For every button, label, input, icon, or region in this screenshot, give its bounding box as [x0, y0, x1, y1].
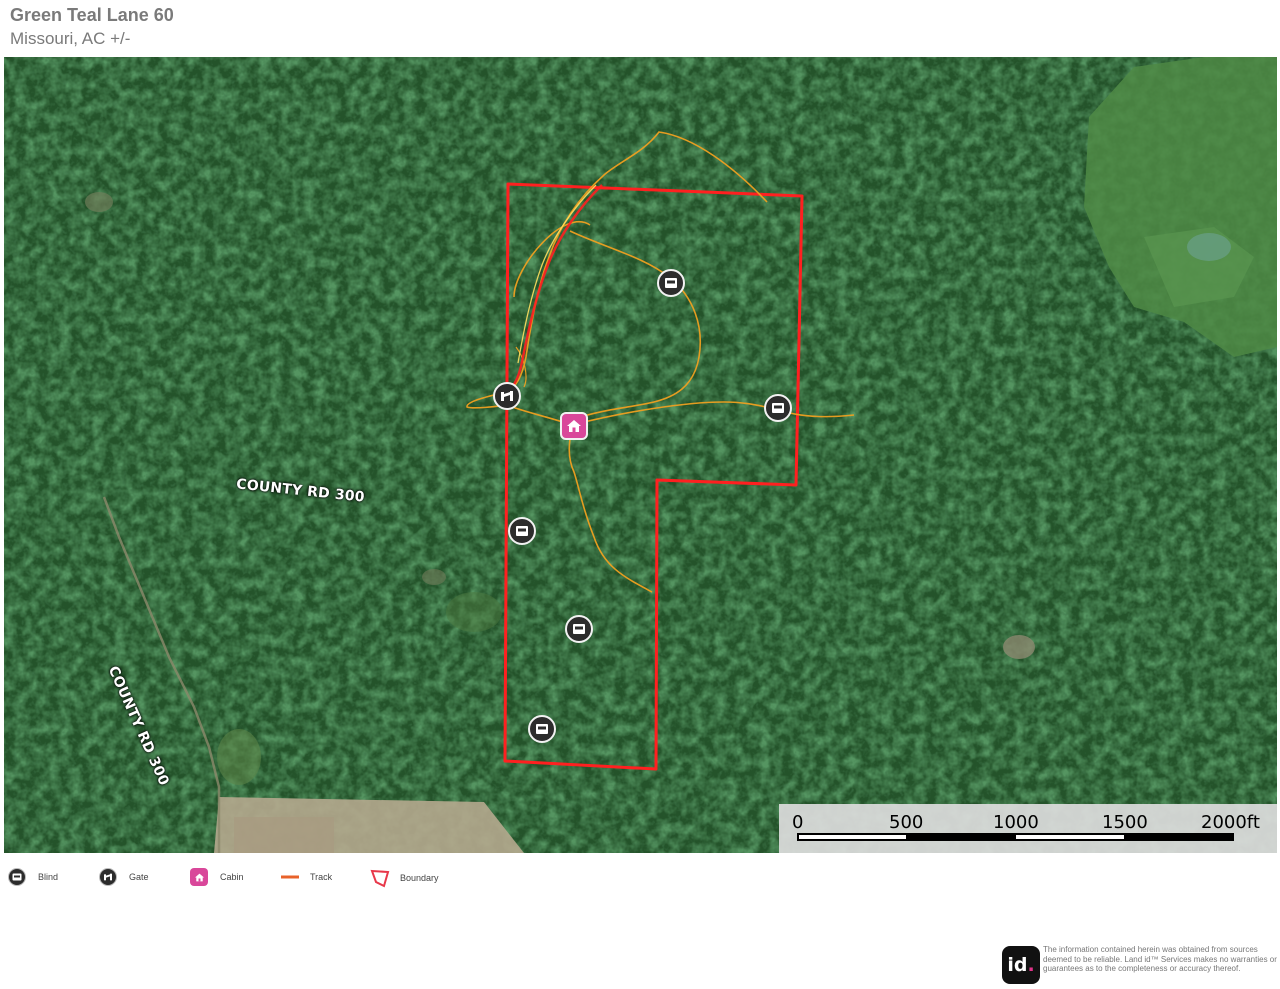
- cabin-marker[interactable]: [560, 412, 588, 440]
- property-title: Green Teal Lane 60: [10, 5, 174, 25]
- legend-label: Boundary: [400, 873, 439, 883]
- pond: [1187, 233, 1231, 261]
- track-line-icon: [281, 875, 299, 879]
- map-imagery: [4, 57, 1277, 853]
- legend-item-cabin: Cabin: [190, 868, 244, 886]
- legend-label: Cabin: [220, 872, 244, 882]
- gate-icon: [99, 868, 117, 886]
- legend-label: Gate: [129, 872, 149, 882]
- property-location: Missouri, AC +/-: [10, 29, 131, 48]
- cabin-icon: [190, 868, 208, 886]
- land-id-logo: id.: [1002, 946, 1040, 984]
- blind-icon: [8, 868, 26, 886]
- gate-icon: [501, 391, 513, 401]
- blind-icon: [536, 724, 548, 734]
- gate-marker[interactable]: [493, 382, 521, 410]
- scale-bar: 0 500 1000 1500 2000ft: [779, 804, 1277, 853]
- blind-marker[interactable]: [528, 715, 556, 743]
- blind-icon: [516, 526, 528, 536]
- legend-item-boundary: Boundary: [370, 868, 439, 888]
- legend-item-track: Track: [280, 868, 332, 886]
- boundary-polygon-icon: [370, 869, 390, 888]
- legend-item-blind: Blind: [8, 868, 58, 886]
- satellite-map[interactable]: COUNTY RD 300 COUNTY RD 300 0 500 1000 1…: [4, 57, 1277, 853]
- blind-marker[interactable]: [565, 615, 593, 643]
- legend-item-gate: Gate: [99, 868, 149, 886]
- cabin-icon: [567, 420, 581, 432]
- blind-icon: [665, 278, 677, 288]
- blind-marker[interactable]: [657, 269, 685, 297]
- blind-marker[interactable]: [764, 394, 792, 422]
- blind-icon: [772, 403, 784, 413]
- scale-bar-graphic: [797, 833, 1234, 841]
- disclaimer-text: The information contained herein was obt…: [1043, 945, 1277, 973]
- blind-icon: [573, 624, 585, 634]
- legend-label: Blind: [38, 872, 59, 882]
- blind-marker[interactable]: [508, 517, 536, 545]
- map-report-page: Green Teal Lane 60 Missouri, AC +/- COUN…: [0, 0, 1280, 989]
- legend-label: Track: [310, 872, 333, 882]
